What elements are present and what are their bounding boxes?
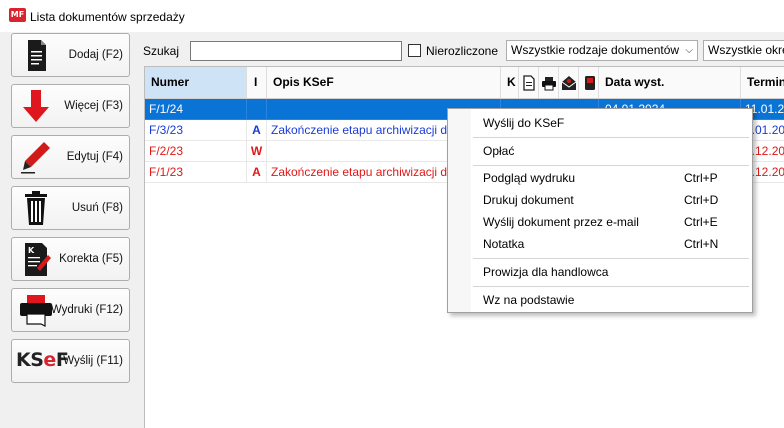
arrow-down-icon: [23, 90, 49, 122]
trash-icon: [25, 191, 47, 225]
document-icon: [523, 75, 535, 91]
menu-item-shortcut: Ctrl+D: [684, 193, 719, 207]
search-label: Szukaj: [143, 44, 180, 58]
column-header-email[interactable]: [559, 67, 579, 98]
app-logo-icon: MF: [9, 8, 26, 22]
prints-button[interactable]: Wydruki (F12): [11, 288, 130, 332]
printer-icon: [20, 295, 52, 327]
menu-item-print-document[interactable]: Drukuj dokument Ctrl+D: [448, 189, 752, 211]
table-header: Numer I Opis KSeF K Data wyst. Termin: [145, 67, 784, 99]
menu-item-shortcut: Ctrl+P: [684, 171, 718, 185]
new-document-icon: [28, 40, 46, 71]
pen-icon: [21, 142, 50, 174]
menu-item-send-email[interactable]: Wyślij dokument przez e-mail Ctrl+E: [448, 211, 752, 233]
document-type-value: Wszystkie rodzaje dokumentów: [511, 43, 680, 57]
search-input[interactable]: [190, 41, 402, 61]
menu-item-pay[interactable]: Opłać: [448, 140, 752, 162]
column-header-document[interactable]: [519, 67, 539, 98]
cell-number: F/1/23: [145, 162, 247, 183]
send-button-label: Wyślij (F11): [63, 355, 123, 367]
column-header-phone[interactable]: [579, 67, 599, 98]
menu-item-label: Wz na podstawie: [483, 293, 575, 307]
column-header-k[interactable]: K: [501, 67, 519, 98]
phone-icon: [585, 76, 595, 90]
menu-separator: [473, 286, 749, 287]
more-button-label: Więcej (F3): [64, 100, 123, 112]
printer-icon: [542, 77, 556, 91]
correction-button[interactable]: K Korekta (F5): [11, 237, 130, 281]
more-button[interactable]: Więcej (F3): [11, 84, 130, 128]
cell-number: F/3/23: [145, 120, 247, 141]
cell-i: [247, 99, 267, 120]
menu-separator: [473, 258, 749, 259]
send-ksef-button[interactable]: KSeF Wyślij (F11): [11, 339, 130, 383]
unsettled-label: Nierozliczone: [426, 44, 499, 58]
column-header-number[interactable]: Numer: [145, 67, 247, 98]
chevron-down-icon: ⌵: [685, 45, 693, 56]
email-icon: [561, 76, 577, 90]
menu-item-shortcut: Ctrl+N: [684, 237, 719, 251]
menu-item-commission[interactable]: Prowizja dla handlowca: [448, 261, 752, 283]
cell-number: F/1/24: [145, 99, 247, 120]
column-header-print[interactable]: [539, 67, 559, 98]
menu-separator: [473, 137, 749, 138]
sidebar: Dodaj (F2) Więcej (F3) Edytuj (F4) Usuń …: [0, 32, 136, 428]
menu-item-label: Podgląd wydruku: [483, 171, 576, 185]
unsettled-checkbox[interactable]: [408, 44, 421, 57]
correction-document-icon: K: [25, 243, 51, 276]
edit-button[interactable]: Edytuj (F4): [11, 135, 130, 179]
period-value: Wszystkie okres: [708, 43, 784, 57]
menu-item-label: Wyślij do KSeF: [483, 116, 565, 130]
column-header-due-date[interactable]: Termin: [741, 67, 784, 98]
filter-bar: Szukaj Nierozliczone Wszystkie rodzaje d…: [136, 38, 784, 64]
cell-i: A: [247, 120, 267, 141]
menu-item-send-ksef[interactable]: Wyślij do KSeF: [448, 112, 752, 134]
column-header-i[interactable]: I: [247, 67, 267, 98]
add-button-label: Dodaj (F2): [68, 49, 123, 61]
window-title: Lista dokumentów sprzedaży: [30, 10, 185, 24]
menu-item-label: Prowizja dla handlowca: [483, 265, 609, 279]
delete-button[interactable]: Usuń (F8): [11, 186, 130, 230]
context-menu: Wyślij do KSeF Opłać Podgląd wydruku Ctr…: [447, 108, 753, 313]
ksef-logo-icon: KSeF: [16, 349, 69, 371]
title-bar: MF Lista dokumentów sprzedaży: [0, 0, 784, 32]
cell-number: F/2/23: [145, 141, 247, 162]
column-header-issue-date[interactable]: Data wyst.: [599, 67, 741, 98]
menu-item-label: Opłać: [483, 144, 515, 158]
menu-item-wz-based[interactable]: Wz na podstawie: [448, 289, 752, 311]
document-type-select[interactable]: Wszystkie rodzaje dokumentów ⌵: [506, 40, 698, 61]
menu-item-print-preview[interactable]: Podgląd wydruku Ctrl+P: [448, 167, 752, 189]
menu-item-label: Wyślij dokument przez e-mail: [483, 215, 639, 229]
cell-i: W: [247, 141, 267, 162]
add-button[interactable]: Dodaj (F2): [11, 33, 130, 77]
prints-button-label: Wydruki (F12): [50, 304, 123, 316]
menu-item-label: Drukuj dokument: [483, 193, 574, 207]
correction-button-label: Korekta (F5): [59, 253, 123, 265]
menu-separator: [473, 165, 749, 166]
menu-item-note[interactable]: Notatka Ctrl+N: [448, 233, 752, 255]
svg-text:K: K: [28, 246, 35, 255]
period-select[interactable]: Wszystkie okres: [703, 40, 784, 61]
menu-item-shortcut: Ctrl+E: [684, 215, 718, 229]
cell-i: A: [247, 162, 267, 183]
delete-button-label: Usuń (F8): [71, 202, 123, 214]
edit-button-label: Edytuj (F4): [66, 151, 123, 163]
column-header-ksef-description[interactable]: Opis KSeF: [267, 67, 501, 98]
menu-item-label: Notatka: [483, 237, 525, 251]
